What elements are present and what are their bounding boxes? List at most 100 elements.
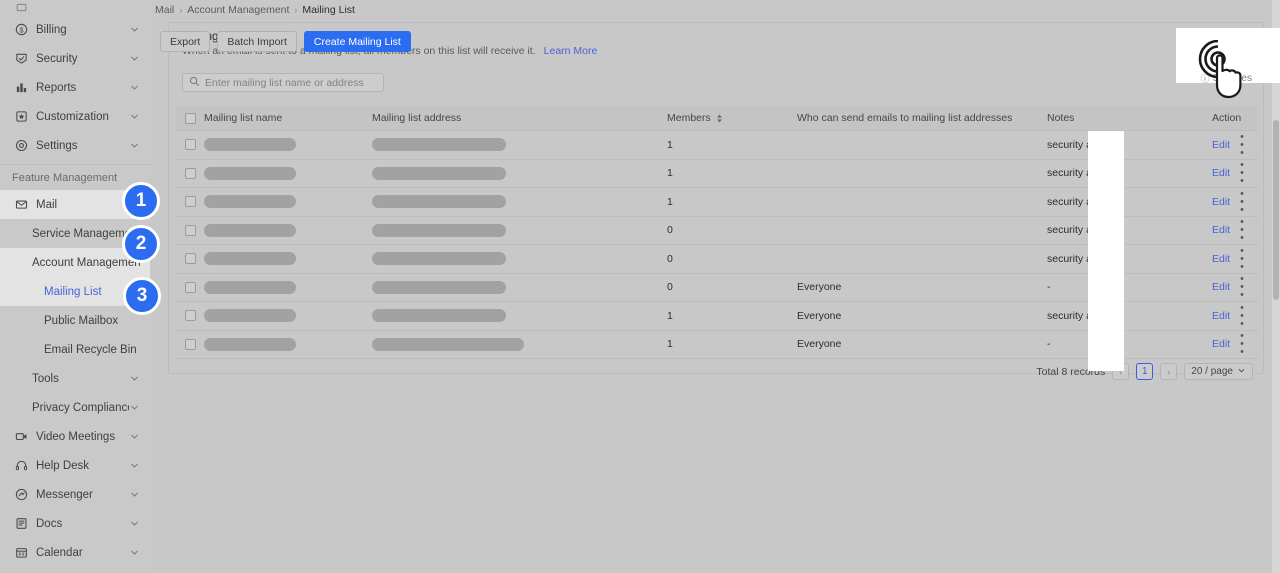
sidebar-item-security[interactable]: Security xyxy=(0,44,150,73)
redacted-address xyxy=(372,223,506,237)
sidebar-item-customization[interactable]: Customization xyxy=(0,102,150,131)
row-checkbox[interactable] xyxy=(184,253,196,265)
chevron-down-icon[interactable] xyxy=(129,111,140,122)
edit-link[interactable]: Edit xyxy=(1212,196,1230,208)
sidebar-item-partial-top[interactable] xyxy=(0,0,150,15)
mailing-list-table: Mailing list name Mailing list address M… xyxy=(176,106,1257,371)
video-icon xyxy=(14,430,28,444)
more-actions-icon[interactable]: • • • xyxy=(1240,274,1244,301)
chevron-down-icon[interactable] xyxy=(129,140,140,151)
pagination-next-button[interactable]: › xyxy=(1160,363,1178,380)
redacted-address xyxy=(372,280,506,294)
sidebar-item-tools[interactable]: Tools xyxy=(0,364,150,393)
chevron-down-icon[interactable] xyxy=(129,24,140,35)
chevron-down-icon[interactable] xyxy=(129,547,140,558)
redacted-address xyxy=(372,309,506,323)
edit-link[interactable]: Edit xyxy=(1212,253,1230,265)
gear-icon xyxy=(14,139,28,153)
cell-notes: - xyxy=(1047,338,1051,351)
sidebar-item-tools-label: Tools xyxy=(32,372,59,385)
step-badge-3: 3 xyxy=(123,277,161,315)
cell-action: Edit • • • xyxy=(1212,331,1257,358)
row-checkbox[interactable] xyxy=(184,196,196,208)
more-actions-icon[interactable]: • • • xyxy=(1240,245,1244,272)
row-checkbox[interactable] xyxy=(184,310,196,322)
sidebar-item-privacy-compliance-label: Privacy Compliance xyxy=(32,401,129,414)
sidebar-item-email-recycle-bin[interactable]: Email Recycle Bin xyxy=(0,335,150,364)
app-screen: $ Billing Security Reports Customization… xyxy=(0,0,1280,573)
chevron-down-icon[interactable] xyxy=(129,489,140,500)
cell-mailing-list-name xyxy=(204,309,372,323)
row-checkbox[interactable] xyxy=(184,224,196,236)
more-actions-icon[interactable]: • • • xyxy=(1240,302,1244,329)
edit-link[interactable]: Edit xyxy=(1212,281,1230,293)
more-actions-icon[interactable]: • • • xyxy=(1240,131,1244,158)
more-actions-icon[interactable]: • • • xyxy=(1240,217,1244,244)
edit-link[interactable]: Edit xyxy=(1212,167,1230,179)
search-icon xyxy=(189,74,205,92)
batch-import-button[interactable]: Batch Import xyxy=(217,31,297,52)
pagination: Total 8 records ‹ 1 › 20 / page xyxy=(1036,363,1253,380)
column-header-name[interactable]: Mailing list name xyxy=(204,112,372,124)
row-checkbox[interactable] xyxy=(184,167,196,179)
row-checkbox[interactable] xyxy=(184,139,196,151)
security-icon xyxy=(14,52,28,66)
row-select-cell xyxy=(176,167,204,179)
sidebar-item-billing[interactable]: $ Billing xyxy=(0,15,150,44)
search-input[interactable]: Enter mailing list name or address xyxy=(205,77,364,89)
redacted-name xyxy=(204,166,296,180)
chevron-down-icon[interactable] xyxy=(129,373,140,384)
edit-link[interactable]: Edit xyxy=(1212,310,1230,322)
breadcrumb-item-mail[interactable]: Mail xyxy=(155,4,174,16)
sort-toggle-icon[interactable] xyxy=(716,114,723,123)
sidebar-item-docs[interactable]: Docs xyxy=(0,509,150,538)
more-actions-icon[interactable]: • • • xyxy=(1240,188,1244,215)
chevron-down-icon[interactable] xyxy=(129,82,140,93)
page-size-select[interactable]: 20 / page xyxy=(1184,363,1253,380)
edit-link[interactable]: Edit xyxy=(1212,338,1230,350)
chevron-down-icon[interactable] xyxy=(129,460,140,471)
column-header-address[interactable]: Mailing list address xyxy=(372,112,667,124)
cell-members: 0 xyxy=(667,224,673,237)
sidebar-item-privacy-compliance[interactable]: Privacy Compliance xyxy=(0,393,150,422)
sidebar-item-settings[interactable]: Settings xyxy=(0,131,150,160)
cell-members: 1 xyxy=(667,338,673,351)
sidebar-item-messenger[interactable]: Messenger xyxy=(0,480,150,509)
chevron-down-icon[interactable] xyxy=(129,53,140,64)
chevron-down-icon[interactable] xyxy=(129,518,140,529)
edit-link[interactable]: Edit xyxy=(1212,139,1230,151)
pagination-page-1[interactable]: 1 xyxy=(1136,363,1154,380)
search-box[interactable]: Enter mailing list name or address xyxy=(182,73,384,92)
billing-icon: $ xyxy=(14,23,28,37)
cell-who-can-send: Everyone xyxy=(797,309,842,322)
cell-mailing-list-name xyxy=(204,166,372,180)
set-rules-label: Set rules xyxy=(1212,73,1252,84)
row-checkbox[interactable] xyxy=(184,338,196,350)
breadcrumb-item-account-management[interactable]: Account Management xyxy=(187,4,289,16)
sidebar-item-email-recycle-bin-label: Email Recycle Bin xyxy=(44,343,137,356)
scrollbar-thumb[interactable] xyxy=(1273,120,1279,300)
select-all-checkbox[interactable] xyxy=(184,112,196,124)
sidebar-item-public-mailbox[interactable]: Public Mailbox xyxy=(0,306,150,335)
column-header-action: Action xyxy=(1212,112,1242,124)
question-icon: ⓘ xyxy=(1200,74,1210,84)
sidebar-item-video-meetings-label: Video Meetings xyxy=(36,430,116,443)
set-rules-link[interactable]: ⓘ Set rules xyxy=(1201,72,1252,85)
chevron-down-icon[interactable] xyxy=(129,431,140,442)
more-actions-icon[interactable]: • • • xyxy=(1240,331,1244,358)
chevron-down-icon[interactable] xyxy=(129,402,140,413)
sidebar-item-help-desk[interactable]: Help Desk xyxy=(0,451,150,480)
row-checkbox[interactable] xyxy=(184,281,196,293)
sidebar-item-reports[interactable]: Reports xyxy=(0,73,150,102)
column-header-members[interactable]: Members xyxy=(667,112,797,124)
breadcrumb: Mail › Account Management › Mailing List xyxy=(155,3,355,17)
export-button[interactable]: Export xyxy=(160,31,211,52)
create-mailing-list-button[interactable]: Create Mailing List xyxy=(303,31,411,52)
cell-mailing-list-address xyxy=(372,223,667,237)
sidebar-item-calendar[interactable]: Calendar xyxy=(0,538,150,567)
page-scrollbar[interactable] xyxy=(1272,0,1280,573)
redacted-name xyxy=(204,309,296,323)
sidebar-item-video-meetings[interactable]: Video Meetings xyxy=(0,422,150,451)
more-actions-icon[interactable]: • • • xyxy=(1240,160,1244,187)
edit-link[interactable]: Edit xyxy=(1212,224,1230,236)
